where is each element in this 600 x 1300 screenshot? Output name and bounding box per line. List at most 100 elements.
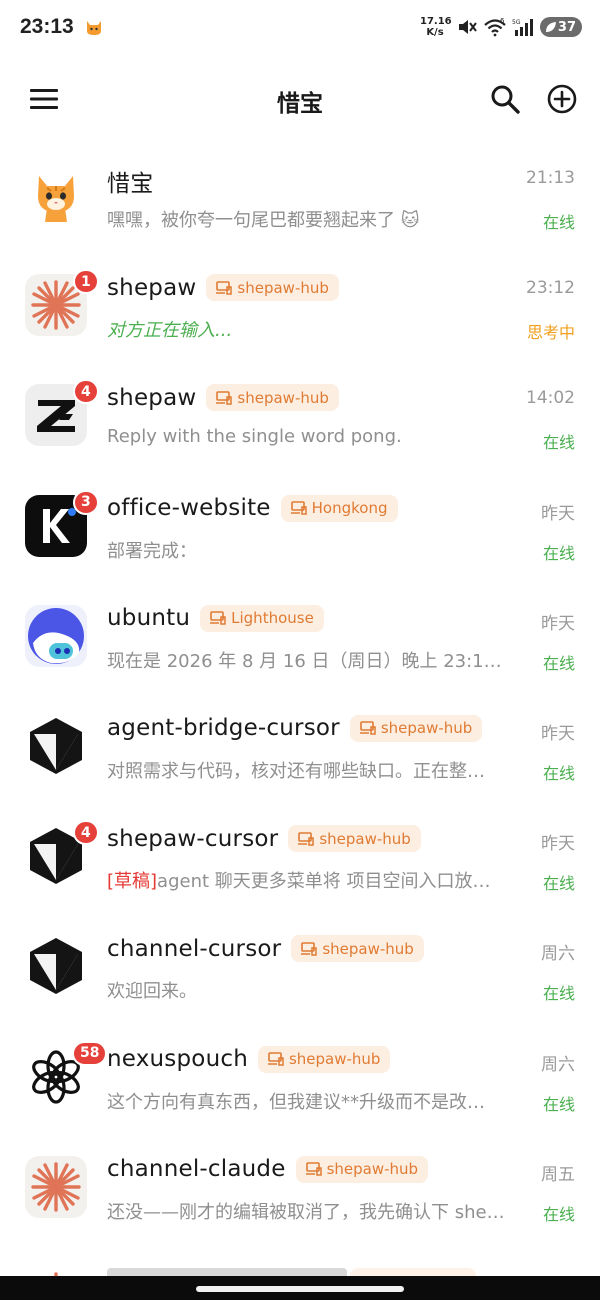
search-icon[interactable]: [488, 82, 522, 116]
wifi-icon: 6: [484, 17, 506, 37]
chat-time: 周五: [541, 1164, 575, 1185]
device-tag-label: shepaw-hub: [322, 939, 414, 958]
unread-badge: 4: [73, 379, 99, 405]
device-tag: shepaw-hub: [288, 825, 421, 853]
chat-time: 周六: [541, 944, 575, 965]
device-tag-label: shepaw-hub: [288, 1050, 381, 1068]
chat-time: 14:02: [526, 388, 575, 409]
chat-item[interactable]: 1 shepaw shepaw-hub 23:12 对方正在输入... 思考中: [0, 260, 600, 370]
chat-preview: [草稿]agent 聊天更多菜单将 项目空间入口放…: [107, 867, 522, 893]
chat-name: nexuspouch: [107, 1046, 248, 1072]
chat-item[interactable]: ubuntu Lighthouse 昨天 现在是 2026 年 8 月 16 日…: [0, 591, 600, 701]
gesture-nav-bar: [0, 1276, 600, 1300]
claude-burst-avatar: [25, 1155, 87, 1218]
chat-item[interactable]: agent-bridge-cursor shepaw-hub 昨天 对照需求与代…: [0, 701, 600, 811]
chat-time: 21:13: [526, 168, 575, 188]
signal-label: 5G: [512, 19, 521, 26]
chat-item[interactable]: 惜宝 21:13 嘿嘿，被你夸一句尾巴都要翘起来了 🐱 在线: [0, 150, 600, 260]
cursor-avatar: [25, 935, 87, 998]
chat-title-row: shepaw shepaw-hub: [107, 384, 490, 412]
chat-title-row: nexuspouch shepaw-hub: [107, 1045, 490, 1073]
network-speed-value: 17.16: [420, 16, 452, 27]
chat-title-row: channel-cursor shepaw-hub: [107, 935, 490, 963]
chat-preview: 还没——刚才的编辑被取消了，我先确认下 she…: [107, 1201, 505, 1223]
network-speed-unit: K/s: [426, 27, 444, 38]
chat-title-row: agent-bridge-cursor shepaw-hub: [107, 714, 490, 742]
status-online: 在线: [542, 1094, 575, 1114]
device-tag: shepaw-hub: [295, 1155, 429, 1183]
chat-name: office-website: [107, 495, 271, 522]
status-time: 23:13: [20, 15, 74, 38]
chat-name: channel-claude: [107, 1156, 286, 1183]
chat-time: 周六: [541, 1054, 575, 1075]
chat-list: 惜宝 21:13 嘿嘿，被你夸一句尾巴都要翘起来了 🐱 在线 1 shepaw: [0, 150, 600, 1252]
device-tag: shepaw-hub: [206, 384, 339, 412]
battery-level: 37: [557, 19, 576, 35]
status-online: 在线: [542, 213, 575, 232]
chat-item[interactable]: 3 office-website Hongkong 昨天 部署完成： 在线: [0, 481, 600, 591]
chat-time: 昨天: [541, 503, 575, 524]
device-tag: Lighthouse: [200, 604, 324, 632]
mute-icon: [459, 20, 477, 34]
home-indicator[interactable]: [196, 1286, 404, 1292]
status-indicators: 17.16 K/s 6 5G 37: [420, 16, 582, 38]
cat-notification-icon: [87, 21, 101, 35]
device-tag: shepaw-hub: [349, 714, 483, 742]
draft-label: [草稿]: [107, 871, 158, 893]
chat-title-row: shepaw shepaw-hub: [107, 274, 490, 302]
chat-preview: 部署完成：: [107, 540, 197, 562]
status-online: 在线: [542, 763, 575, 783]
device-icon: [216, 391, 233, 405]
chat-name: shepaw: [107, 274, 197, 301]
device-tag-label: Hongkong: [311, 499, 388, 518]
status-online: 在线: [542, 433, 575, 453]
device-tag-label: shepaw-hub: [380, 719, 473, 738]
status-online: 在线: [542, 984, 575, 1004]
chat-name: ubuntu: [107, 605, 191, 632]
chat-title-row: office-website Hongkong: [107, 494, 490, 522]
unread-badge: 1: [73, 269, 99, 295]
chat-name: shepaw-cursor: [107, 825, 279, 852]
device-tag: shepaw-hub: [291, 935, 424, 963]
device-tag-label: shepaw-hub: [237, 278, 329, 297]
unread-badge: 4: [73, 820, 99, 846]
chat-item[interactable]: 58 nexuspouch shepaw-hub 周六 这个方向有真东西，但我建…: [0, 1032, 600, 1142]
chat-item[interactable]: 4 shepaw shepaw-hub 14:02 Reply with the…: [0, 370, 600, 480]
unread-badge: 3: [73, 489, 99, 515]
device-tag-label: Lighthouse: [231, 609, 314, 628]
status-online: 在线: [542, 1204, 575, 1224]
network-speed: 17.16 K/s: [420, 16, 452, 38]
cloud-robot-avatar: [25, 604, 87, 667]
chat-time: 昨天: [541, 834, 575, 855]
chat-title-row: channel-claude shepaw-hub: [107, 1155, 490, 1183]
device-icon: [267, 1052, 284, 1066]
chat-preview: 嘿嘿，被你夸一句尾巴都要翘起来了 🐱: [107, 210, 420, 231]
chat-name: shepaw: [107, 384, 197, 411]
device-icon: [301, 942, 318, 956]
chat-preview-text: agent 聊天更多菜单将 项目空间入口放…: [157, 871, 491, 893]
chat-time: 昨天: [541, 723, 575, 744]
chat-item[interactable]: channel-cursor shepaw-hub 周六 欢迎回来。 在线: [0, 921, 600, 1031]
chat-item[interactable]: channel-claude shepaw-hub 周五 还没——刚才的编辑被取…: [0, 1142, 600, 1252]
status-online: 在线: [542, 653, 575, 673]
chat-preview: 这个方向有真东西，但我建议**升级而不是改…: [107, 1091, 485, 1113]
chat-time: 昨天: [541, 613, 575, 634]
chat-item[interactable]: 4 shepaw-cursor shepaw-hub 昨天 [草稿]agent …: [0, 811, 600, 921]
chat-name: channel-cursor: [107, 935, 282, 962]
device-tag: shepaw-hub: [257, 1045, 391, 1073]
chat-title-row: 惜宝: [107, 164, 490, 198]
battery-leaf-icon: [546, 22, 556, 32]
cursor-avatar: [25, 714, 87, 777]
chat-preview: 现在是 2026 年 8 月 16 日（周日）晚上 23:1…: [107, 650, 502, 672]
chat-time: 23:12: [526, 278, 575, 299]
chat-preview: 欢迎回来。: [107, 981, 197, 1003]
device-icon: [359, 721, 376, 736]
unread-badge: 58: [72, 1040, 108, 1066]
battery-indicator: 37: [540, 17, 582, 37]
device-icon: [305, 1162, 322, 1176]
status-online: 在线: [542, 874, 575, 894]
device-icon: [210, 611, 226, 625]
device-tag: Hongkong: [280, 494, 398, 522]
app-bar: 惜宝: [0, 70, 600, 128]
add-circle-icon[interactable]: [545, 82, 579, 116]
